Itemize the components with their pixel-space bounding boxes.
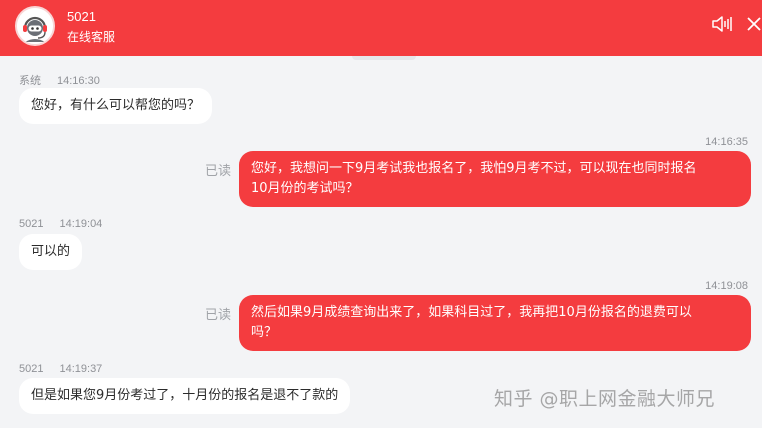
pull-tab[interactable] [352, 56, 416, 60]
message-bubble-incoming[interactable]: 可以的 [19, 234, 83, 270]
message-meta: 系统 14:16:30 [19, 72, 100, 88]
message-text: 但是如果您9月份考过了，十月份的报名是退不了款的 [31, 388, 339, 403]
agent-name: 5021 [67, 9, 96, 24]
message-meta: 5021 14:19:37 [19, 363, 102, 375]
headset-agent-icon [17, 8, 53, 44]
message-text-line: 然后如果9月成绩查询出来了，如果科目过了，我再把10月份报名的退费可以 [251, 305, 692, 320]
message-time: 14:16:30 [57, 75, 100, 87]
message-sender: 5021 [19, 363, 44, 375]
message-text: 可以的 [31, 244, 71, 259]
speaker-icon[interactable] [711, 14, 733, 34]
message-sender: 系统 [19, 75, 41, 87]
message-text-line: 10月份的考试吗？ [251, 181, 359, 196]
message-bubble-incoming[interactable]: 您好，有什么可以帮您的吗？ [19, 88, 213, 124]
message-bubble-incoming[interactable]: 但是如果您9月份考过了，十月份的报名是退不了款的 [19, 378, 351, 414]
message-bubble-outgoing[interactable]: 您好，我想问一下9月考试我也报名了，我怕9月考不过，可以现在也同时报名 10月份… [239, 151, 751, 207]
close-icon[interactable] [745, 15, 762, 33]
watermark: 知乎 @职上网金融大师兄 [494, 388, 716, 410]
message-meta: 5021 14:19:04 [19, 218, 102, 230]
message-sender: 5021 [19, 218, 44, 230]
read-status: 已读 [205, 164, 232, 179]
message-time: 14:19:04 [59, 218, 103, 230]
message-text: 您好，有什么可以帮您的吗？ [31, 98, 201, 113]
message-time: 14:19:37 [59, 363, 103, 375]
read-status: 已读 [205, 308, 232, 323]
message-time: 14:16:35 [705, 136, 748, 148]
message-text-line: 吗？ [251, 325, 278, 340]
message-time: 14:19:08 [705, 280, 748, 292]
agent-status: 在线客服 [67, 30, 116, 44]
message-text-line: 您好，我想问一下9月考试我也报名了，我怕9月考不过，可以现在也同时报名 [251, 161, 697, 176]
agent-avatar [15, 6, 55, 46]
chat-header: 5021 在线客服 [0, 0, 762, 56]
message-bubble-outgoing[interactable]: 然后如果9月成绩查询出来了，如果科目过了，我再把10月份报名的退费可以 吗？ [239, 295, 751, 351]
